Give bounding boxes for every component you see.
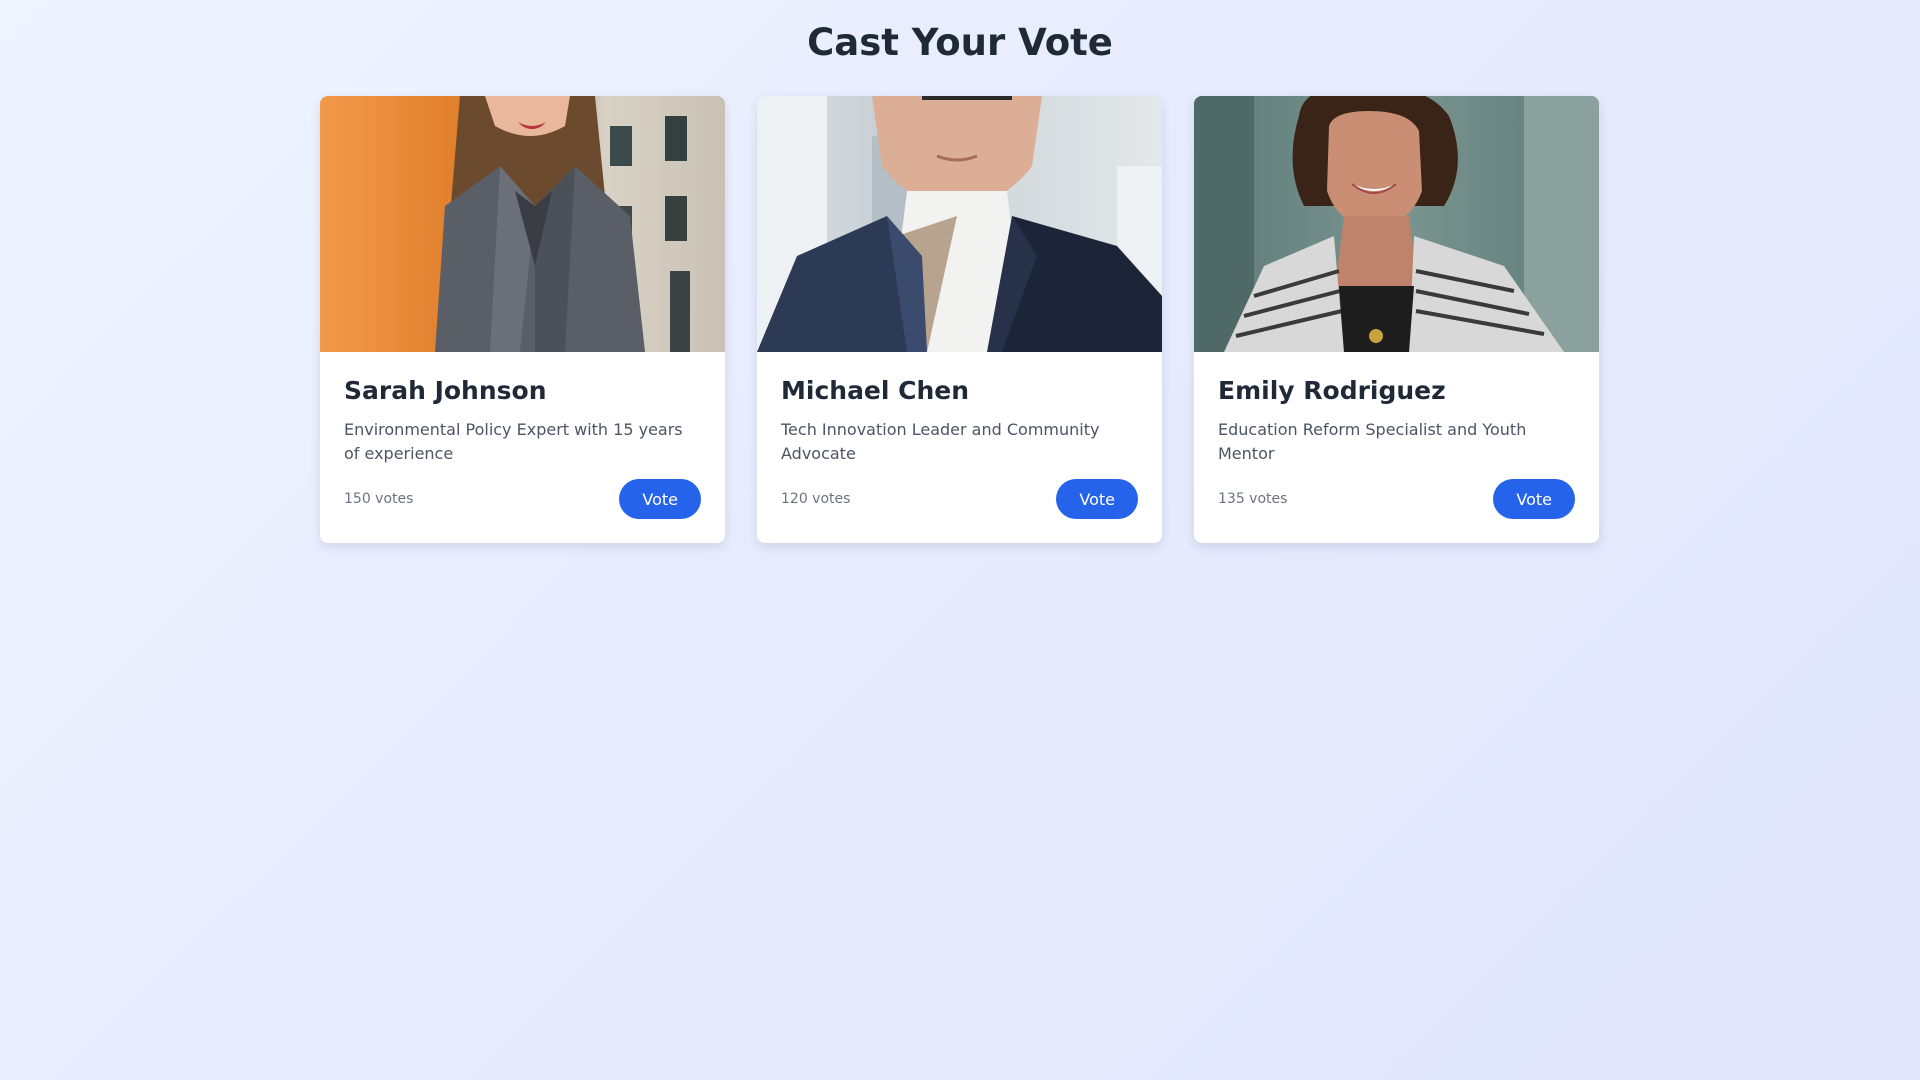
page-title: Cast Your Vote bbox=[807, 21, 1113, 64]
voting-page: Cast Your Vote Sarah Johnson Environment… bbox=[0, 0, 1920, 1080]
candidate-card: Emily Rodriguez Education Reform Special… bbox=[1194, 96, 1599, 543]
candidate-card: Michael Chen Tech Innovation Leader and … bbox=[757, 96, 1162, 543]
candidate-photo bbox=[320, 96, 725, 352]
candidate-photo bbox=[1194, 96, 1599, 352]
candidate-footer: 150 votes Vote bbox=[344, 479, 701, 519]
candidate-photo bbox=[757, 96, 1162, 352]
candidate-list: Sarah Johnson Environmental Policy Exper… bbox=[320, 96, 1600, 543]
vote-count: 135 votes bbox=[1218, 491, 1288, 507]
vote-button[interactable]: Vote bbox=[619, 479, 701, 519]
candidate-card: Sarah Johnson Environmental Policy Exper… bbox=[320, 96, 725, 543]
candidate-description: Tech Innovation Leader and Community Adv… bbox=[781, 420, 1100, 463]
vote-count: 150 votes bbox=[344, 491, 414, 507]
candidate-name: Michael Chen bbox=[781, 376, 970, 405]
candidate-description: Environmental Policy Expert with 15 year… bbox=[344, 420, 683, 463]
vote-button[interactable]: Vote bbox=[1056, 479, 1138, 519]
candidate-name: Emily Rodriguez bbox=[1218, 376, 1446, 405]
vote-button[interactable]: Vote bbox=[1493, 479, 1575, 519]
candidate-description: Education Reform Specialist and Youth Me… bbox=[1218, 420, 1527, 463]
vote-count: 120 votes bbox=[781, 491, 851, 507]
candidate-footer: 135 votes Vote bbox=[1218, 479, 1575, 519]
candidate-name: Sarah Johnson bbox=[344, 376, 547, 405]
candidate-footer: 120 votes Vote bbox=[781, 479, 1138, 519]
